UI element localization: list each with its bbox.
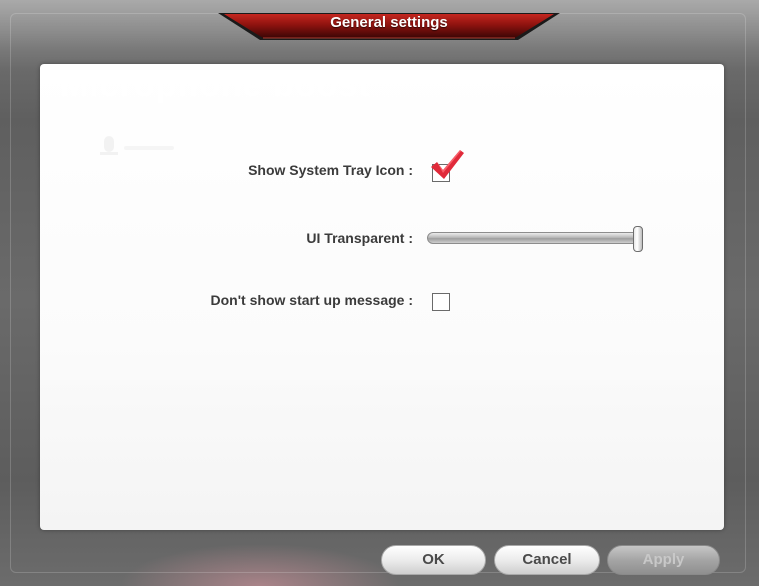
- cancel-button[interactable]: Cancel: [494, 545, 600, 575]
- ui-transparent-slider[interactable]: [427, 232, 641, 244]
- settings-window: General settings Microphone boost Show S…: [0, 0, 759, 586]
- microphone-watermark-icon: [100, 136, 174, 155]
- apply-button[interactable]: Apply: [607, 545, 720, 575]
- startup-message-checkbox[interactable]: [432, 293, 450, 311]
- title-bar: General settings: [218, 0, 560, 42]
- ui-transparent-label: UI Transparent :: [306, 230, 413, 246]
- ui-transparent-slider-thumb[interactable]: [633, 226, 643, 252]
- app-watermark: Microphone boost: [60, 66, 371, 104]
- show-tray-icon-label: Show System Tray Icon :: [248, 162, 413, 178]
- startup-message-label: Don't show start up message :: [210, 292, 413, 308]
- window-title: General settings: [330, 14, 448, 31]
- red-checkmark-icon: [431, 150, 464, 179]
- ok-button[interactable]: OK: [381, 545, 486, 575]
